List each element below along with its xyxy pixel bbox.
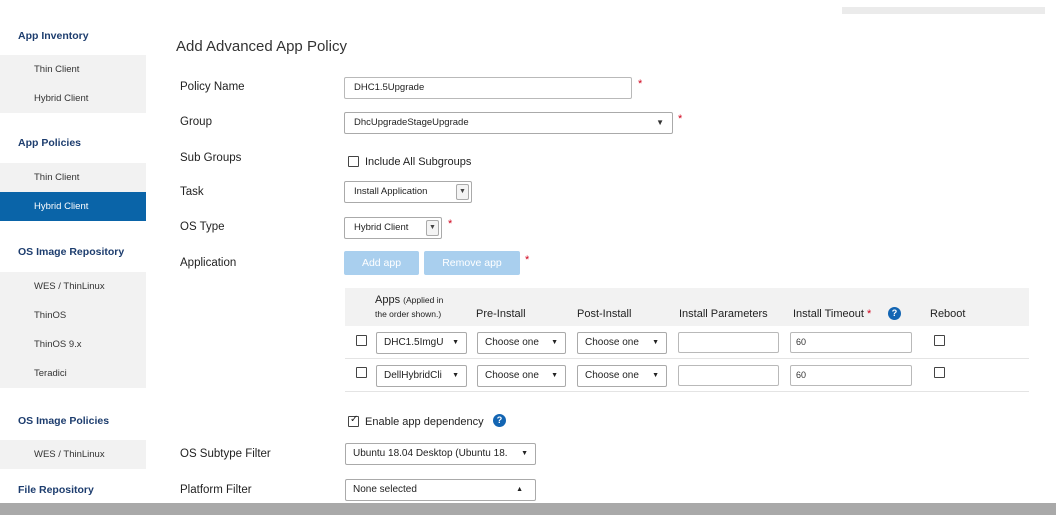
col-install-parameters: Install Parameters bbox=[679, 308, 768, 320]
chevron-down-icon: ▼ bbox=[656, 118, 664, 127]
sidebar-item-teradici[interactable]: Teradici bbox=[0, 359, 146, 388]
app-select-value: DHC1.5ImgU bbox=[384, 337, 444, 348]
install-parameters-input[interactable] bbox=[678, 365, 779, 386]
chevron-down-icon: ▼ bbox=[551, 339, 558, 346]
col-apps-note-1: (Applied in bbox=[403, 295, 444, 305]
install-parameters-input[interactable] bbox=[678, 332, 779, 353]
policy-name-label: Policy Name bbox=[180, 81, 245, 93]
application-required: * bbox=[525, 254, 530, 266]
pre-install-value: Choose one bbox=[485, 337, 539, 348]
os-subtype-filter-select[interactable]: Ubuntu 18.04 Desktop (Ubuntu 18. ▼ bbox=[345, 443, 536, 465]
post-install-value: Choose one bbox=[585, 337, 639, 348]
install-timeout-input[interactable]: 60 bbox=[790, 365, 912, 386]
sidebar-item-policies-thin-client[interactable]: Thin Client bbox=[0, 163, 146, 192]
chevron-down-icon: ▼ bbox=[551, 372, 558, 379]
chevron-down-icon: ▼ bbox=[426, 220, 439, 236]
policy-name-required: * bbox=[638, 78, 643, 90]
sidebar-group-os-image-repository: WES / ThinLinux ThinOS ThinOS 9.x Teradi… bbox=[0, 272, 146, 388]
add-app-button[interactable]: Add app bbox=[344, 251, 419, 275]
sidebar-heading-app-inventory[interactable]: App Inventory bbox=[18, 30, 89, 42]
top-strip bbox=[842, 7, 1045, 14]
sidebar-heading-os-image-repository[interactable]: OS Image Repository bbox=[18, 246, 124, 258]
platform-filter-value: None selected bbox=[353, 484, 417, 495]
task-label: Task bbox=[180, 186, 204, 198]
chevron-down-icon: ▼ bbox=[521, 450, 528, 457]
sidebar-item-policies-hybrid-client[interactable]: Hybrid Client bbox=[0, 192, 146, 221]
help-icon[interactable]: ? bbox=[888, 307, 901, 320]
os-type-select[interactable]: Hybrid Client ▼ bbox=[344, 217, 442, 239]
help-icon[interactable]: ? bbox=[493, 414, 506, 427]
row-divider bbox=[345, 358, 1029, 359]
sidebar-heading-app-policies[interactable]: App Policies bbox=[18, 137, 81, 149]
task-select-value: Install Application bbox=[354, 186, 428, 197]
group-select[interactable]: DhcUpgradeStageUpgrade ▼ bbox=[344, 112, 673, 134]
pre-install-select[interactable]: Choose one ▼ bbox=[477, 332, 566, 354]
chevron-up-icon: ▲ bbox=[516, 486, 523, 493]
sidebar-group-app-inventory: Thin Client Hybrid Client bbox=[0, 55, 146, 113]
reboot-checkbox[interactable] bbox=[934, 335, 945, 346]
row-divider bbox=[345, 391, 1029, 392]
chevron-down-icon: ▼ bbox=[652, 372, 659, 379]
chevron-down-icon: ▼ bbox=[452, 339, 459, 346]
sidebar-item-inventory-hybrid-client[interactable]: Hybrid Client bbox=[0, 84, 146, 113]
col-post-install: Post-Install bbox=[577, 308, 632, 320]
row-select-checkbox[interactable] bbox=[356, 367, 367, 378]
sidebar-heading-file-repository[interactable]: File Repository bbox=[18, 484, 94, 496]
install-timeout-required: * bbox=[866, 308, 872, 320]
install-timeout-input[interactable]: 60 bbox=[790, 332, 912, 353]
policy-name-input[interactable]: DHC1.5Upgrade bbox=[344, 77, 632, 99]
group-required: * bbox=[678, 113, 683, 125]
app-select[interactable]: DellHybridCli ▼ bbox=[376, 365, 467, 387]
task-select[interactable]: Install Application ▼ bbox=[344, 181, 472, 203]
sidebar-group-os-image-policies: WES / ThinLinux bbox=[0, 440, 146, 469]
group-label: Group bbox=[180, 116, 212, 128]
enable-app-dependency-label: Enable app dependency bbox=[365, 416, 484, 428]
pre-install-value: Choose one bbox=[485, 370, 539, 381]
col-apps-title: Apps bbox=[375, 294, 401, 306]
group-select-value: DhcUpgradeStageUpgrade bbox=[354, 117, 469, 128]
col-apps: Apps (Applied in bbox=[375, 294, 443, 306]
pre-install-select[interactable]: Choose one ▼ bbox=[477, 365, 566, 387]
chevron-down-icon: ▼ bbox=[456, 184, 469, 200]
page: App Inventory Thin Client Hybrid Client … bbox=[0, 0, 1056, 515]
enable-app-dependency-checkbox[interactable] bbox=[348, 414, 359, 427]
application-label: Application bbox=[180, 257, 237, 269]
os-subtype-filter-value: Ubuntu 18.04 Desktop (Ubuntu 18. bbox=[353, 448, 508, 459]
platform-filter-select[interactable]: None selected ▲ bbox=[345, 479, 536, 501]
apps-table-header bbox=[345, 288, 1029, 326]
include-subgroups-checkbox[interactable] bbox=[348, 156, 359, 167]
sidebar-group-app-policies: Thin Client Hybrid Client bbox=[0, 163, 146, 221]
post-install-value: Choose one bbox=[585, 370, 639, 381]
sidebar: App Inventory Thin Client Hybrid Client … bbox=[0, 0, 146, 503]
page-title: Add Advanced App Policy bbox=[176, 38, 347, 55]
chevron-down-icon: ▼ bbox=[452, 372, 459, 379]
col-install-timeout-title: Install Timeout bbox=[793, 308, 864, 320]
col-reboot: Reboot bbox=[930, 308, 966, 320]
col-pre-install: Pre-Install bbox=[476, 308, 526, 320]
col-install-timeout: Install Timeout * bbox=[793, 308, 871, 320]
os-type-required: * bbox=[448, 218, 453, 230]
sidebar-item-thinos[interactable]: ThinOS bbox=[0, 301, 146, 330]
remove-app-button[interactable]: Remove app bbox=[424, 251, 520, 275]
row-select-checkbox[interactable] bbox=[356, 335, 367, 346]
reboot-checkbox[interactable] bbox=[934, 367, 945, 378]
sidebar-item-policies-wes-thinlinux[interactable]: WES / ThinLinux bbox=[0, 440, 146, 469]
include-subgroups-label: Include All Subgroups bbox=[365, 156, 472, 168]
chevron-down-icon: ▼ bbox=[652, 339, 659, 346]
sidebar-item-inventory-thin-client[interactable]: Thin Client bbox=[0, 55, 146, 84]
sidebar-item-wes-thinlinux[interactable]: WES / ThinLinux bbox=[0, 272, 146, 301]
sidebar-item-thinos-9x[interactable]: ThinOS 9.x bbox=[0, 330, 146, 359]
app-select-value: DellHybridCli bbox=[384, 370, 442, 381]
app-select[interactable]: DHC1.5ImgU ▼ bbox=[376, 332, 467, 354]
bottom-bar bbox=[0, 503, 1056, 515]
platform-filter-label: Platform Filter bbox=[180, 484, 252, 496]
os-subtype-filter-label: OS Subtype Filter bbox=[180, 448, 271, 460]
sub-groups-label: Sub Groups bbox=[180, 152, 242, 164]
post-install-select[interactable]: Choose one ▼ bbox=[577, 332, 667, 354]
col-apps-note-2: the order shown.) bbox=[375, 309, 442, 319]
os-type-select-value: Hybrid Client bbox=[354, 222, 409, 233]
post-install-select[interactable]: Choose one ▼ bbox=[577, 365, 667, 387]
os-type-label: OS Type bbox=[180, 221, 225, 233]
sidebar-heading-os-image-policies[interactable]: OS Image Policies bbox=[18, 415, 109, 427]
